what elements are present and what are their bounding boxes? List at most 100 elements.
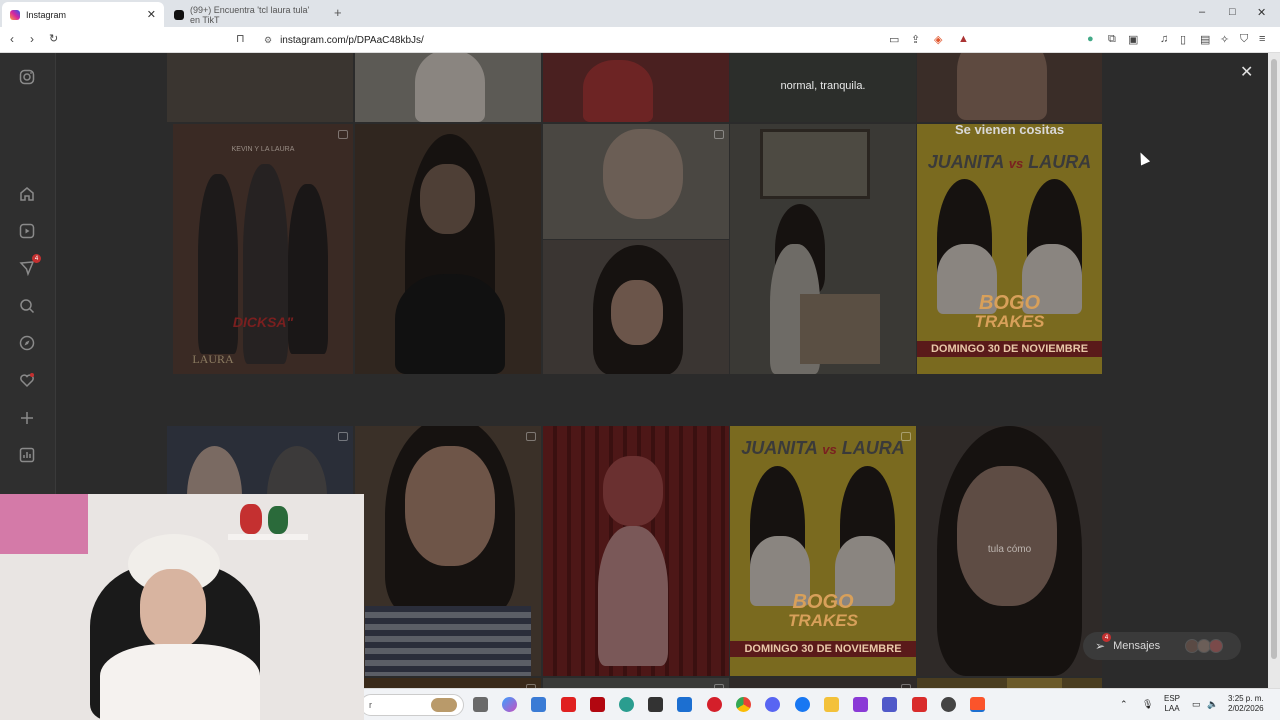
leo-ai-icon[interactable]: ✧ [1220, 33, 1229, 46]
messages-badge: 4 [1102, 633, 1112, 642]
extension-color-icon[interactable]: ● [1087, 33, 1094, 45]
maximize-button[interactable]: □ [1229, 6, 1236, 18]
chrome-icon[interactable] [736, 697, 751, 712]
home-icon[interactable] [17, 184, 37, 204]
edge-icon[interactable] [619, 697, 634, 712]
grid-tile[interactable] [355, 426, 541, 676]
page-scrollbar[interactable] [1268, 53, 1280, 688]
face [140, 569, 206, 649]
grid-tile[interactable]: KEVIN Y LA LAURA DICKSA" LAURA [173, 124, 353, 374]
grid-tile[interactable] [543, 426, 729, 676]
tile-caption: LAURA [192, 352, 234, 366]
tab-close-icon[interactable]: ✕ [147, 8, 156, 21]
store-icon[interactable] [531, 697, 546, 712]
task-view-icon[interactable] [473, 697, 488, 712]
tab-title: Instagram [26, 9, 67, 20]
capcut-icon[interactable] [648, 697, 663, 712]
grid-tile[interactable] [543, 678, 729, 688]
grid-tile[interactable] [543, 124, 729, 239]
wallet-icon[interactable]: ▤ [1200, 33, 1210, 46]
forward-icon[interactable]: › [30, 32, 34, 46]
clock-date: 2/02/2026 [1228, 704, 1264, 713]
site-info-icon[interactable]: ⚙ [264, 35, 272, 46]
app-icon[interactable] [941, 697, 956, 712]
back-icon[interactable]: ‹ [10, 32, 14, 46]
search-icon[interactable] [17, 296, 37, 316]
grid-tile[interactable] [917, 53, 1102, 122]
menu-icon[interactable]: ≡ [1259, 33, 1265, 45]
media-icon[interactable]: ♫ [1160, 33, 1168, 45]
new-tab-button[interactable]: + [334, 5, 342, 20]
grid-tile[interactable] [730, 678, 916, 688]
address-bar: ‹ › ↻ ⊓ ⚙ instagram.com/p/DPAaC48kbJs/ ▭… [0, 27, 1280, 53]
volume-icon[interactable]: 🔈 [1207, 699, 1218, 709]
tab-tiktok[interactable]: (99+) Encuentra 'tcl laura tula' en TikT [166, 2, 326, 27]
screenshot-icon[interactable]: ▣ [1128, 33, 1138, 46]
window-close-button[interactable]: ✕ [1257, 6, 1266, 19]
explore-icon[interactable] [17, 333, 37, 353]
copilot-icon[interactable] [502, 697, 517, 712]
dashboard-icon[interactable] [17, 445, 37, 465]
tab-bar: Instagram ✕ (99+) Encuentra 'tcl laura t… [0, 0, 1280, 27]
mail-icon[interactable] [677, 697, 692, 712]
taskbar-search[interactable]: r [360, 694, 464, 716]
instagram-logo-icon[interactable] [17, 67, 37, 87]
reload-icon[interactable]: ↻ [49, 32, 58, 45]
teams-icon[interactable] [882, 697, 897, 712]
scrollbar-thumb[interactable] [1271, 59, 1277, 659]
youtube-icon[interactable] [561, 697, 576, 712]
grid-tile-poster[interactable]: JUANITA vs LAURA BOGO TRAKES DOMINGO 30 … [730, 426, 916, 676]
grid-tile[interactable] [167, 53, 353, 122]
grid-tile[interactable]: normal, tranquila. [730, 53, 916, 122]
minimize-button[interactable]: – [1199, 6, 1205, 18]
language-indicator[interactable]: ESP LAA [1164, 694, 1180, 714]
brave-icon[interactable] [970, 697, 985, 712]
grid-tile[interactable] [543, 53, 729, 122]
sidebar-icon[interactable]: ▯ [1180, 33, 1186, 46]
grid-tile[interactable] [355, 53, 541, 122]
tiktok-favicon-icon [174, 9, 184, 20]
install-icon[interactable]: ▭ [889, 33, 899, 46]
grid-tile[interactable] [355, 124, 541, 374]
brave-rewards-icon[interactable]: ▲ [958, 33, 969, 45]
acrobat-icon[interactable] [912, 697, 927, 712]
reel-icon [338, 130, 348, 139]
figure-toy [268, 506, 288, 534]
messages-label: Mensajes [1113, 640, 1161, 652]
notifications-icon[interactable] [17, 370, 37, 390]
create-icon[interactable] [17, 408, 37, 428]
close-icon[interactable]: ✕ [1240, 62, 1253, 82]
bookmark-icon[interactable]: ⊓ [236, 32, 245, 45]
grid-tile[interactable] [355, 678, 541, 688]
poster-subtitle: TRAKES [788, 611, 858, 630]
facebook-icon[interactable] [795, 697, 810, 712]
poster-date: DOMINGO 30 DE NOVIEMBRE [730, 641, 916, 657]
file-explorer-icon[interactable] [824, 697, 839, 712]
mic-icon[interactable]: 🎙 [1142, 699, 1153, 709]
url-field[interactable]: ⚙ instagram.com/p/DPAaC48kbJs/ [258, 31, 978, 49]
grid-tile[interactable] [917, 678, 1102, 688]
clock[interactable]: 3:25 p. m. 2/02/2026 [1228, 694, 1264, 714]
messages-pill[interactable]: ➢ 4 Mensajes [1083, 632, 1241, 660]
grid-tile-poster[interactable]: Se vienen cositas JUANITA vs LAURA BOGO … [917, 124, 1102, 374]
vpn-icon[interactable]: ⛉ [1240, 33, 1248, 46]
opera-icon[interactable] [707, 697, 722, 712]
network-icon[interactable]: ▭ [1192, 699, 1201, 709]
grid-tile[interactable] [543, 240, 729, 374]
share-icon[interactable]: ⇪ [911, 33, 920, 46]
messages-icon[interactable]: 4 [17, 254, 41, 278]
tile-caption: tula cómo [987, 544, 1032, 555]
obs-icon[interactable] [853, 697, 868, 712]
clock-time: 3:25 p. m. [1228, 694, 1264, 703]
netflix-icon[interactable] [590, 697, 605, 712]
grid-tile[interactable] [730, 124, 916, 374]
language-bottom: LAA [1164, 704, 1180, 713]
tray-overflow-icon[interactable]: ⌃ [1120, 699, 1128, 709]
reels-icon[interactable] [17, 221, 37, 241]
brave-shield-icon[interactable]: ◈ [934, 33, 942, 46]
grid-tile[interactable]: tula cómo [917, 426, 1102, 676]
shelf [228, 534, 308, 540]
extensions-icon[interactable]: ⧉ [1108, 33, 1116, 46]
discord-icon[interactable] [765, 697, 780, 712]
tab-instagram[interactable]: Instagram ✕ [2, 2, 164, 27]
